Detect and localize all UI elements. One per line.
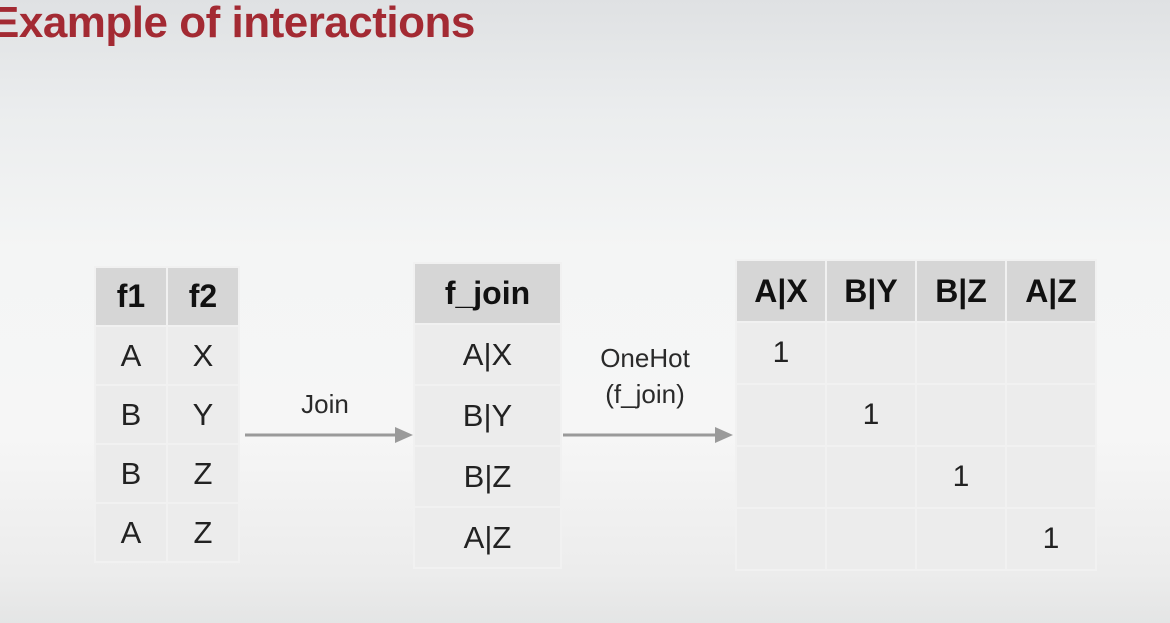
onehot-table-header-by: B|Y [825, 259, 917, 323]
input-table-cell: Z [166, 502, 240, 563]
onehot-table-cell [915, 383, 1007, 447]
join-arrow-icon [245, 427, 413, 443]
input-table-cell: X [166, 325, 240, 386]
input-table-cell: A [94, 325, 168, 386]
join-table-cell: B|Z [413, 445, 562, 508]
onehot-table-row: 1 [735, 321, 1097, 385]
onehot-table-cell: 1 [825, 383, 917, 447]
input-table-row: B Y [94, 384, 240, 445]
input-table-cell: Z [166, 443, 240, 504]
onehot-table-row: 1 [735, 507, 1097, 571]
onehot-table-cell [735, 445, 827, 509]
input-table-row: A Z [94, 502, 240, 563]
join-table-header-f-join: f_join [413, 262, 562, 325]
input-table-cell: B [94, 384, 168, 445]
onehot-step-label: OneHot (f_join) [565, 340, 725, 412]
join-table-row: A|Z [413, 506, 562, 569]
join-table-cell: A|X [413, 323, 562, 386]
onehot-table-row: 1 [735, 445, 1097, 509]
onehot-table-cell [825, 321, 917, 385]
input-table-header-f1: f1 [94, 266, 168, 327]
input-table: f1 f2 A X B Y B Z A Z [94, 266, 240, 563]
onehot-table-header-row: A|X B|Y B|Z A|Z [735, 259, 1097, 323]
onehot-table: A|X B|Y B|Z A|Z 1 1 1 1 [735, 259, 1097, 571]
onehot-table-cell [1005, 321, 1097, 385]
onehot-step-label-line2: (f_join) [605, 379, 685, 409]
join-table-row: B|Z [413, 445, 562, 508]
onehot-table-cell [825, 445, 917, 509]
onehot-table-cell [915, 507, 1007, 571]
join-table-cell: B|Y [413, 384, 562, 447]
onehot-arrow-icon [563, 427, 733, 443]
onehot-table-cell: 1 [1005, 507, 1097, 571]
onehot-table-cell [1005, 383, 1097, 447]
input-table-row: A X [94, 325, 240, 386]
input-table-header-row: f1 f2 [94, 266, 240, 327]
onehot-table-cell [735, 383, 827, 447]
join-table-header-row: f_join [413, 262, 562, 325]
slide-title: Example of interactions [0, 0, 475, 47]
onehot-step-label-line1: OneHot [600, 343, 690, 373]
join-table-cell: A|Z [413, 506, 562, 569]
onehot-table-header-az: A|Z [1005, 259, 1097, 323]
onehot-table-cell: 1 [915, 445, 1007, 509]
onehot-table-cell [915, 321, 1007, 385]
join-table-row: B|Y [413, 384, 562, 447]
join-table: f_join A|X B|Y B|Z A|Z [413, 262, 562, 569]
input-table-row: B Z [94, 443, 240, 504]
onehot-table-header-bz: B|Z [915, 259, 1007, 323]
join-table-row: A|X [413, 323, 562, 386]
onehot-table-cell: 1 [735, 321, 827, 385]
input-table-cell: Y [166, 384, 240, 445]
input-table-cell: A [94, 502, 168, 563]
onehot-table-header-ax: A|X [735, 259, 827, 323]
onehot-table-cell [1005, 445, 1097, 509]
input-table-cell: B [94, 443, 168, 504]
input-table-header-f2: f2 [166, 266, 240, 327]
onehot-table-cell [825, 507, 917, 571]
onehot-table-cell [735, 507, 827, 571]
onehot-table-row: 1 [735, 383, 1097, 447]
join-step-label: Join [301, 389, 349, 419]
